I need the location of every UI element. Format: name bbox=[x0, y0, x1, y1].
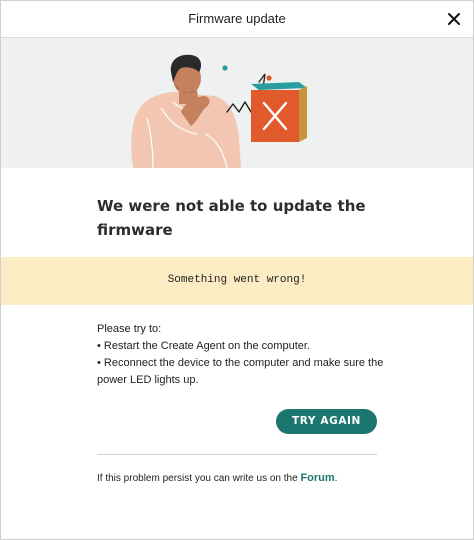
firmware-update-dialog: Firmware update We were not able to upda… bbox=[0, 0, 474, 540]
try-again-button[interactable]: TRY AGAIN bbox=[276, 409, 377, 434]
tip-item: • Reconnect the device to the computer a… bbox=[97, 357, 384, 386]
confused-person-broken-box-illustration bbox=[131, 54, 307, 168]
tip-item: • Restart the Create Agent on the comput… bbox=[97, 340, 310, 352]
troubleshooting-tips: Please try to: • Restart the Create Agen… bbox=[97, 321, 387, 389]
tips-intro: Please try to: bbox=[97, 323, 162, 335]
error-banner: Something went wrong! bbox=[1, 257, 473, 305]
hero-illustration bbox=[1, 38, 473, 168]
dialog-header: Firmware update bbox=[1, 1, 473, 38]
divider bbox=[97, 454, 377, 455]
footer-suffix: . bbox=[334, 473, 338, 484]
dialog-title: Firmware update bbox=[188, 11, 286, 26]
close-icon bbox=[448, 13, 460, 25]
footer-help-text: If this problem persist you can write us… bbox=[97, 472, 397, 484]
forum-link[interactable]: Forum bbox=[300, 472, 334, 484]
error-heading: We were not able to update the firmware bbox=[97, 197, 366, 239]
footer-text: If this problem persist you can write us… bbox=[97, 473, 301, 484]
close-button[interactable] bbox=[443, 8, 465, 30]
error-message: Something went wrong! bbox=[167, 274, 307, 286]
